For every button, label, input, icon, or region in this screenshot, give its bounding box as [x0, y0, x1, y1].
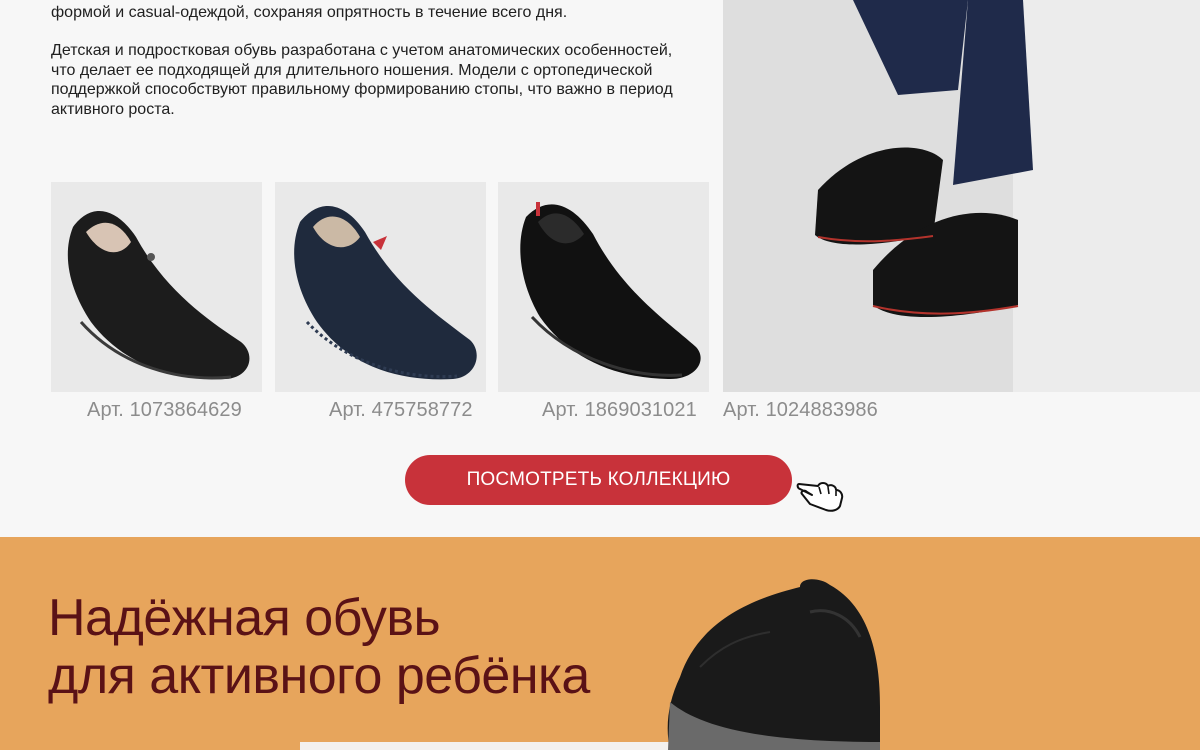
hero-article: Арт. 1024883986 [723, 399, 878, 421]
description-paragraph-1: формой и casual-одеждой, сохраняя опрятн… [51, 4, 568, 21]
view-collection-label: ПОСМОТРЕТЬ КОЛЛЕКЦИЮ [466, 469, 731, 490]
collection-section: формой и casual-одеждой, сохраняя опрятн… [0, 0, 1200, 537]
navy-suede-loafer-image [294, 205, 477, 380]
promo-banner: Надёжная обувь для активного ребёнка [0, 537, 1200, 750]
product-article-2: Арт. 475758772 [329, 399, 473, 421]
pointing-hand-icon [796, 482, 844, 512]
product-image-1[interactable] [51, 182, 262, 392]
product-article-1: Арт. 1073864629 [87, 399, 242, 421]
model-wearing-loafers-image [723, 0, 1200, 392]
banner-title-line-2: для активного ребёнка [48, 647, 590, 705]
view-collection-button[interactable]: ПОСМОТРЕТЬ КОЛЛЕКЦИЮ [405, 455, 792, 505]
banner-title-line-1: Надёжная обувь [48, 589, 441, 647]
hero-image [723, 0, 1200, 392]
description-paragraph-2: Детская и подростковая обувь разработана… [51, 42, 673, 118]
black-leather-loafer-image [520, 202, 701, 380]
product-article-3: Арт. 1869031021 [542, 399, 697, 421]
product-image-3[interactable] [498, 182, 709, 392]
product-image-2[interactable] [275, 182, 486, 392]
black-loafer-image [67, 210, 250, 380]
banner-title: Надёжная обувь для активного ребёнка [48, 589, 590, 705]
